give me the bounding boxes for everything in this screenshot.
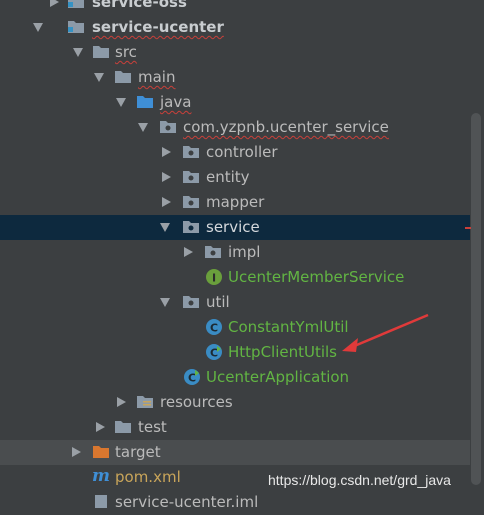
vertical-scrollbar[interactable] [471,113,481,485]
annotation-arrow-icon [342,313,429,352]
watermark: https://blog.csdn.net/grd_java [268,472,451,488]
